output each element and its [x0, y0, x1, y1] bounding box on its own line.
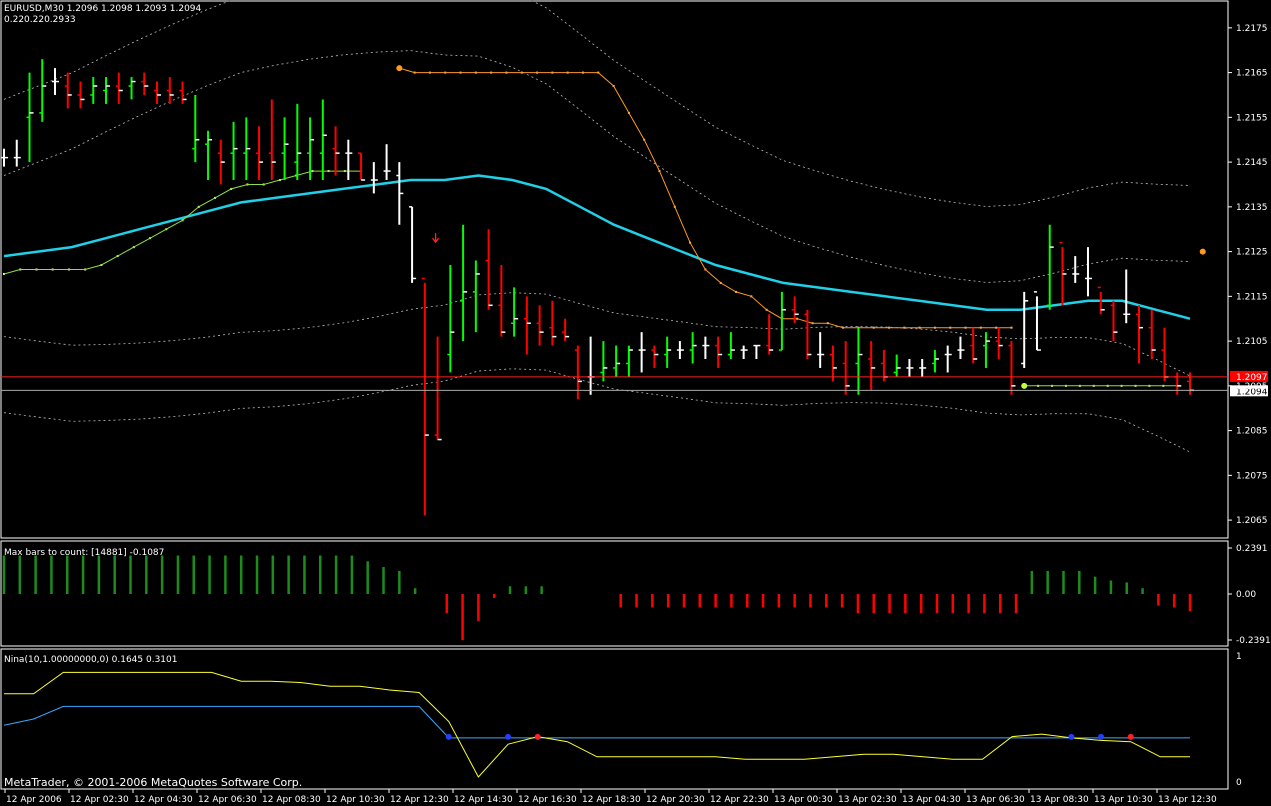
time-axis: 12 Apr 2006 12 Apr 02:30 12 Apr 04:30 12 Ap… — [4, 789, 1217, 805]
sar-end-dot — [1199, 248, 1206, 255]
nina-blue-line — [3, 705, 1190, 739]
nina-series: 10 — [3, 652, 1242, 788]
main-panel-frame — [0, 0, 1229, 539]
time-tick-label: 13 Apr 10:30 — [1094, 795, 1153, 805]
price-tick-label: 1.2095 — [1236, 382, 1268, 392]
price-tick-label: 1.2145 — [1236, 158, 1268, 168]
histogram-tick-label: -0.2391 — [1236, 636, 1271, 646]
sell-arrow-marker — [432, 233, 440, 244]
time-tick-label: 12 Apr 10:30 — [326, 795, 385, 805]
sar-series-path — [399, 67, 1012, 329]
price-tick-label: 1.2135 — [1236, 203, 1268, 213]
histogram-panel-frame — [0, 540, 1229, 647]
nina-signal-dot — [1068, 733, 1075, 740]
histogram-tick-label: 0.2391 — [1236, 544, 1268, 554]
time-tick-label: 12 Apr 04:30 — [134, 795, 193, 805]
nina-signal-dot — [1098, 733, 1105, 740]
sar-start-dot — [396, 65, 403, 72]
price-tick-label: 1.2165 — [1236, 69, 1268, 79]
time-tick-label: 13 Apr 08:30 — [1030, 795, 1089, 805]
nina-yellow-line — [4, 671, 1190, 778]
nina-panel-frame — [0, 648, 1229, 790]
price-tick-label: 1.2105 — [1236, 337, 1268, 347]
price-tick-label: 1.2085 — [1236, 427, 1268, 437]
trail-series-path — [3, 170, 362, 275]
metatrader-chart[interactable]: 1.20971.2094 1.21751.21651.21551.21451.2… — [0, 0, 1271, 806]
symbol-header: EURUSD,M30 1.2096 1.2098 1.2093 1.2094 — [4, 4, 202, 14]
trail2-start-dot — [1021, 382, 1028, 389]
time-tick-label: 13 Apr 06:30 — [966, 795, 1025, 805]
time-tick-label: 12 Apr 12:30 — [390, 795, 449, 805]
histogram-series: 0.2391 0.00 -0.2391 — [2, 544, 1271, 646]
symbol-subheader: 0.220.220.2933 — [4, 15, 76, 25]
price-tick-label: 1.2075 — [1236, 471, 1268, 481]
nina-signal-dot — [445, 733, 452, 740]
time-tick-label: 13 Apr 12:30 — [1158, 795, 1217, 805]
time-tick-label: 12 Apr 22:30 — [710, 795, 769, 805]
time-tick-label: 13 Apr 00:30 — [774, 795, 833, 805]
nina-signal-dot — [534, 733, 541, 740]
price-axis: 1.2175 1.2165 1.2155 1.2145 1.2135 1.2125 1.21… — [1228, 24, 1268, 526]
time-tick-label: 13 Apr 04:30 — [902, 795, 961, 805]
time-tick-label: 12 Apr 08:30 — [262, 795, 321, 805]
sar-line — [396, 65, 1206, 329]
nina-signal-dot — [505, 733, 512, 740]
nina-signal-dot — [1127, 733, 1134, 740]
price-tick-label: 1.2125 — [1236, 248, 1268, 258]
histogram-tick-label: 0.00 — [1236, 590, 1256, 600]
ma-series-path — [3, 174, 1191, 320]
price-tick-label: 1.2175 — [1236, 24, 1268, 34]
time-tick-label: 12 Apr 2006 — [6, 795, 62, 805]
time-tick-label: 13 Apr 02:30 — [838, 795, 897, 805]
nina-tick-label: 1 — [1236, 652, 1242, 662]
ohlc-bars — [1, 59, 1194, 516]
nina-label: Nina(10,1.00000000,0) 0.1645 0.3101 — [4, 655, 177, 665]
time-tick-label: 12 Apr 16:30 — [518, 795, 577, 805]
time-tick-label: 12 Apr 14:30 — [454, 795, 513, 805]
moving-average-line — [3, 174, 1191, 320]
time-tick-label: 12 Apr 06:30 — [198, 795, 257, 805]
time-tick-label: 12 Apr 20:30 — [646, 795, 705, 805]
histogram-label: Max bars to count: [14881] -0.1087 — [4, 548, 164, 558]
price-tick-label: 1.2065 — [1236, 516, 1268, 526]
time-tick-label: 12 Apr 18:30 — [582, 795, 641, 805]
time-tick-label: 12 Apr 02:30 — [70, 795, 129, 805]
nina-tick-label: 0 — [1236, 778, 1242, 788]
price-tick-label: 1.2155 — [1236, 113, 1268, 123]
copyright-footer: MetaTrader, © 2001-2006 MetaQuotes Softw… — [4, 776, 302, 789]
price-tick-label: 1.2115 — [1236, 292, 1268, 302]
price-lines: 1.20971.2094 — [1, 370, 1268, 397]
